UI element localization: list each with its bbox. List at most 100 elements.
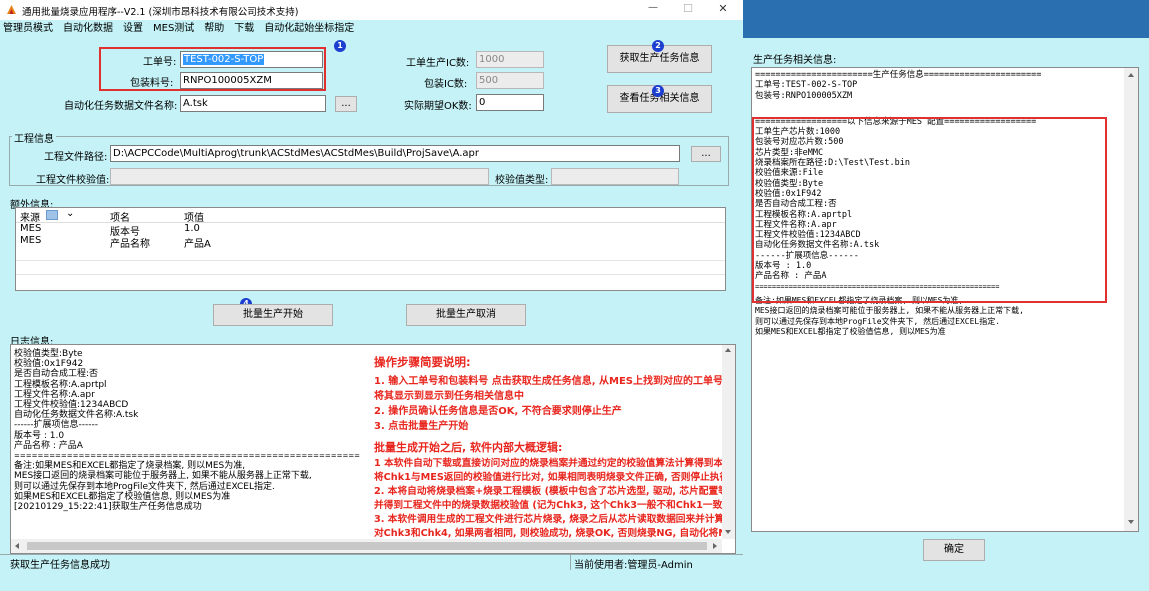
row-value: 1.0 <box>184 223 200 234</box>
dialog-line: 工单号:TEST-002-S-TOP <box>755 80 858 91</box>
annotation-line: 3. 点击批量生产开始 <box>374 421 469 432</box>
log-line: 如果MES和EXCEL都指定了校验值信息, 则以MES为准 <box>14 491 231 502</box>
scroll-thumb[interactable] <box>27 542 707 550</box>
log-line: MES接口返回的烧录档案可能位于服务器上, 如果不能从服务器上正常下载, <box>14 471 312 482</box>
work-order-value: TEST-002-S-TOP <box>183 54 265 65</box>
row-source: MES <box>20 235 42 246</box>
close-button[interactable]: ✕ <box>710 2 736 15</box>
dialog-title: 生产任务相关信息: <box>753 55 837 66</box>
extra-info-header: 来源 ⌄ 项名 项值 <box>16 208 725 224</box>
menu-help[interactable]: 帮助 <box>199 20 229 38</box>
annotation-line: 2. 本将自动将烧录档案+烧录工程模板 (模板中包含了芯片选型, 驱动, 芯片配… <box>374 486 735 497</box>
dialog-line <box>755 101 1041 117</box>
step-badge-2: 2 <box>652 40 664 52</box>
app-icon <box>6 4 17 15</box>
project-path-input[interactable]: D:\ACPCCode\MultiAprog\trunk\ACStdMes\AC… <box>110 145 680 162</box>
batch-start-button[interactable]: 批量生产开始 <box>213 304 333 326</box>
col-source-header[interactable]: 来源 <box>20 209 40 224</box>
log-line: ========================================… <box>14 452 361 461</box>
project-info-title: 工程信息 <box>12 130 56 145</box>
step-badge-3: 3 <box>652 85 664 97</box>
work-order-input[interactable]: TEST-002-S-TOP <box>180 51 323 68</box>
table-row[interactable]: MES 产品名称 产品A <box>16 235 725 250</box>
annotation-line: 将Chk1与MES返回的校验值进行比对, 如果相同表明烧录文件正确, 否则停止执… <box>374 472 730 483</box>
annotation-line: 2. 操作员确认任务信息是否OK, 不符合要求则停止生产 <box>374 406 622 417</box>
dialog-line: 则可以通过先保存到本地ProgFile文件夹下, 然后通过EXCEL指定. <box>755 316 1001 326</box>
task-info-dialog: 生产任务相关信息: =======================生产任务信息=… <box>743 0 1149 591</box>
log-vertical-scrollbar[interactable] <box>722 345 735 539</box>
dialog-line: 如果MES和EXCEL都指定了校验值信息, 则以MES为准 <box>755 326 946 336</box>
annotation-line: 批量生成开始之后, 软件内部大概逻辑: <box>374 441 563 454</box>
current-user: 当前使用者:管理员-Admin <box>574 560 693 571</box>
package-label: 包装料号: <box>130 78 174 89</box>
menu-settings[interactable]: 设置 <box>118 20 148 38</box>
status-divider <box>570 555 571 570</box>
package-input[interactable]: RNPO100005XZM <box>180 72 323 89</box>
minimize-button[interactable]: — <box>640 2 666 13</box>
title-bar: 通用批量烧录应用程序--V2.1 (深圳市昂科技术有限公司技术支持) — ☐ ✕ <box>0 0 743 20</box>
dialog-top-strip <box>743 0 1149 38</box>
maximize-button[interactable]: ☐ <box>675 2 701 15</box>
log-line: 自动化任务数据文件名称:A.tsk <box>14 410 139 421</box>
annotation-line: 操作步骤简要说明: <box>374 355 471 369</box>
project-browse-button[interactable]: ... <box>691 146 721 162</box>
task-file-browse-button[interactable]: ... <box>335 96 357 112</box>
ic-count-label: 工单生产IC数: <box>406 58 470 69</box>
log-line: 工程模板名称:A.aprtpl <box>14 379 107 390</box>
scroll-down-icon[interactable] <box>1128 520 1134 524</box>
table-gridline <box>16 274 725 275</box>
project-path-label: 工程文件路径: <box>44 152 108 163</box>
expected-ok-input[interactable]: 0 <box>476 94 544 111</box>
dialog-line: 包装号:RNPO100005XZM <box>755 90 853 101</box>
menu-admin-mode[interactable]: 管理员模式 <box>0 20 58 38</box>
col-value-header[interactable]: 项值 <box>184 209 204 224</box>
dialog-line: MES接口返回的烧录档案可能位于服务器上, 如果不能从服务器上正常下载, <box>755 306 1024 316</box>
log-line: 工程文件校验值:1234ABCD <box>14 400 129 411</box>
dialog-ok-button[interactable]: 确定 <box>923 539 985 561</box>
pkg-ic-label: 包装IC数: <box>424 79 468 90</box>
col-name-header[interactable]: 项名 <box>110 209 130 224</box>
scroll-up-icon[interactable] <box>725 348 731 352</box>
ic-count-input: 1000 <box>476 51 544 68</box>
extra-info-table[interactable]: 来源 ⌄ 项名 项值 MES 版本号 1.0 MES 产品名称 产品A <box>15 207 726 291</box>
log-horizontal-scrollbar[interactable] <box>11 539 722 553</box>
work-order-label: 工单号: <box>143 57 177 68</box>
scroll-right-icon[interactable] <box>713 543 717 549</box>
step-badge-1: 1 <box>334 40 346 52</box>
menu-automation-data[interactable]: 自动化数据 <box>58 20 118 38</box>
batch-cancel-button[interactable]: 批量生产取消 <box>406 304 526 326</box>
annotation-line: 对Chk3和Chk4, 如果两者相同, 则校验成功, 烧录OK, 否则烧录NG,… <box>374 528 735 539</box>
expected-ok-label: 实际期望OK数: <box>404 101 472 112</box>
annotation-line: 并得到工程文件中的烧录数据校验值 (记为Chk3, 这个Chk3一般不和Chk1… <box>374 500 727 511</box>
task-file-input[interactable]: A.tsk <box>180 95 326 112</box>
annotation-text: 操作步骤简要说明: 1. 输入工单号和包装料号 点击获取生成任务信息, 从MES… <box>374 354 736 539</box>
table-gridline <box>16 260 725 261</box>
sort-chevron-icon[interactable]: ⌄ <box>66 208 74 219</box>
annotation-line: 3. 本软件调用生成的工程文件进行芯片烧录, 烧录之后从芯片读取数据回来并计算校… <box>374 514 736 525</box>
checksum-type-label: 校验值类型: <box>495 175 549 186</box>
log-line: [20210129_15:22:41]获取生产任务信息成功 <box>14 502 202 513</box>
menu-mes-test[interactable]: MES测试 <box>148 20 199 38</box>
annotation-line: 1. 输入工单号和包装料号 点击获取生成任务信息, 从MES上找到对应的工单号和… <box>374 376 735 387</box>
log-line: 工程文件名称:A.apr <box>14 389 95 400</box>
source-filter-icon[interactable] <box>46 210 58 220</box>
table-row[interactable]: MES 版本号 1.0 <box>16 223 725 238</box>
pkg-ic-input: 500 <box>476 72 544 89</box>
row-value: 产品A <box>184 239 211 250</box>
log-line: 校验值:0x1F942 <box>14 359 84 370</box>
project-checksum-input <box>110 168 489 185</box>
window-title: 通用批量烧录应用程序--V2.1 (深圳市昂科技术有限公司技术支持) <box>22 7 299 18</box>
menu-download[interactable]: 下载 <box>229 20 259 38</box>
log-lines: 校验值类型:Byte 校验值:0x1F942 是否自动合成工程:否 工程模板名称… <box>14 349 360 512</box>
dialog-textarea[interactable]: =======================生产任务信息===========… <box>751 67 1139 532</box>
scroll-left-icon[interactable] <box>15 543 19 549</box>
menu-auto-start-coord[interactable]: 自动化起始坐标指定 <box>259 20 359 38</box>
task-file-label: 自动化任务数据文件名称: <box>64 101 178 112</box>
scroll-up-icon[interactable] <box>1128 73 1134 77</box>
status-bar: 获取生产任务信息成功 当前使用者:管理员-Admin <box>0 554 743 571</box>
log-textarea[interactable]: 校验值类型:Byte 校验值:0x1F942 是否自动合成工程:否 工程模板名称… <box>10 344 736 554</box>
log-line: 产品名称 : 产品A <box>14 440 83 451</box>
scroll-down-icon[interactable] <box>725 530 731 534</box>
dialog-vertical-scrollbar[interactable] <box>1124 68 1138 531</box>
log-line: 备注:如果MES和EXCEL都指定了烧录档案, 则以MES为准, <box>14 461 246 472</box>
